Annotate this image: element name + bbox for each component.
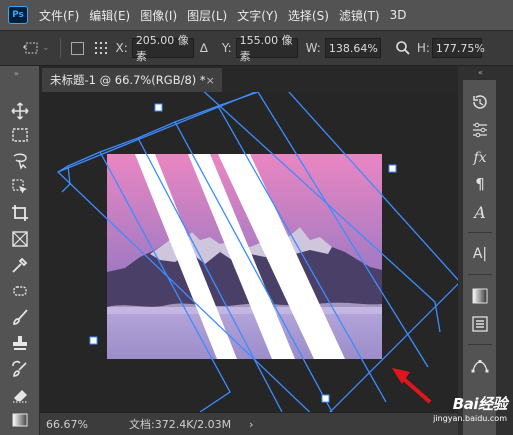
menu-edit[interactable]: 编辑(E) (84, 7, 135, 24)
crop-tool-icon[interactable] (9, 202, 31, 224)
reference-point-grid-icon[interactable] (94, 41, 108, 55)
character-panel-icon[interactable]: A| (468, 242, 492, 266)
menu-bar: Ps 文件(F) 编辑(E) 图像(I) 图层(L) 文字(Y) 选择(S) 滤… (0, 0, 513, 30)
history-panel-icon[interactable] (468, 90, 492, 114)
width-percent-field[interactable]: 138.64% (324, 38, 381, 58)
menu-image[interactable]: 图像(I) (135, 7, 182, 24)
h-label: H: (416, 41, 430, 55)
document-canvas[interactable] (40, 92, 458, 412)
adjustments-panel-icon[interactable] (468, 118, 492, 142)
frame-tool-icon[interactable] (9, 228, 31, 250)
transform-handle (89, 336, 98, 345)
eyedropper-tool-icon[interactable] (9, 254, 31, 276)
collapse-panel-icon[interactable]: « (478, 68, 483, 77)
eraser-tool-icon[interactable] (9, 384, 31, 406)
transform-handle (154, 103, 163, 112)
photoshop-logo: Ps (8, 6, 28, 24)
status-menu-arrow[interactable]: › (249, 418, 253, 431)
collapse-panel-icon[interactable]: » (14, 69, 19, 78)
glyphs-panel-icon[interactable]: A (468, 200, 492, 224)
healing-brush-tool-icon[interactable] (9, 280, 31, 302)
brush-tool-icon[interactable] (9, 306, 31, 328)
panel-separator (468, 232, 492, 233)
close-icon[interactable]: × (206, 74, 215, 87)
clone-stamp-tool-icon[interactable] (9, 332, 31, 354)
tools-panel: » (0, 66, 40, 435)
x-position-field[interactable]: 205.00 像素 (131, 34, 194, 63)
document-tab-title: 未标题-1 @ 66.7%(RGB/8) * (50, 73, 206, 87)
zoom-level-field[interactable]: 66.67% (46, 418, 121, 431)
panel-separator (468, 274, 492, 275)
libraries-panel-icon[interactable] (468, 312, 492, 336)
document-tab[interactable]: 未标题-1 @ 66.7%(RGB/8) * × (42, 68, 222, 92)
history-brush-tool-icon[interactable] (9, 358, 31, 380)
options-bar: ⌄ X: 205.00 像素 ∆ Y: 155.00 像素 W: 138.64%… (0, 30, 513, 66)
y-position-field[interactable]: 155.00 像素 (235, 34, 298, 63)
search-icon[interactable] (395, 40, 411, 56)
menu-3d[interactable]: 3D (385, 8, 412, 22)
menu-file[interactable]: 文件(F) (34, 7, 84, 24)
reference-point-checkbox[interactable] (70, 41, 84, 55)
height-percent-field[interactable]: 177.75% (431, 38, 485, 58)
x-label: X: (115, 41, 128, 55)
object-selection-tool-icon[interactable] (9, 176, 31, 198)
relative-positioning-icon[interactable]: ∆ (200, 41, 208, 55)
menu-select[interactable]: 选择(S) (283, 7, 334, 24)
paragraph-panel-icon[interactable]: ¶ (468, 172, 492, 196)
watermark: Bai经验 jingyan.baidu.com (395, 392, 513, 424)
canvas-artwork (56, 92, 458, 412)
dropdown-chevron-icon[interactable]: ⌄ (42, 43, 50, 53)
styles-panel-icon[interactable]: fx (468, 146, 492, 170)
menu-type[interactable]: 文字(Y) (232, 7, 283, 24)
transform-handle (388, 164, 397, 173)
marquee-tool-icon[interactable] (9, 124, 31, 146)
w-label: W: (305, 41, 321, 55)
paths-panel-icon[interactable] (468, 354, 492, 378)
watermark-brand: Bai经验 (452, 395, 508, 413)
document-size-info: 文档:372.4K/2.03M (129, 418, 232, 431)
y-label: Y: (221, 41, 232, 55)
gradient-tool-icon[interactable] (9, 409, 31, 431)
panel-separator (468, 344, 492, 345)
transform-tool-icon[interactable] (22, 40, 40, 56)
menu-layer[interactable]: 图层(L) (182, 7, 232, 24)
menu-filter[interactable]: 滤镜(T) (334, 7, 385, 24)
move-tool-icon[interactable] (9, 100, 31, 122)
document-tab-bar: 未标题-1 @ 66.7%(RGB/8) * × (40, 66, 458, 92)
lasso-tool-icon[interactable] (9, 150, 31, 172)
gradients-panel-icon[interactable] (468, 284, 492, 308)
photo-layer (107, 154, 382, 359)
separator (59, 38, 61, 58)
watermark-url: jingyan.baidu.com (433, 414, 507, 423)
transform-handle (321, 394, 330, 403)
